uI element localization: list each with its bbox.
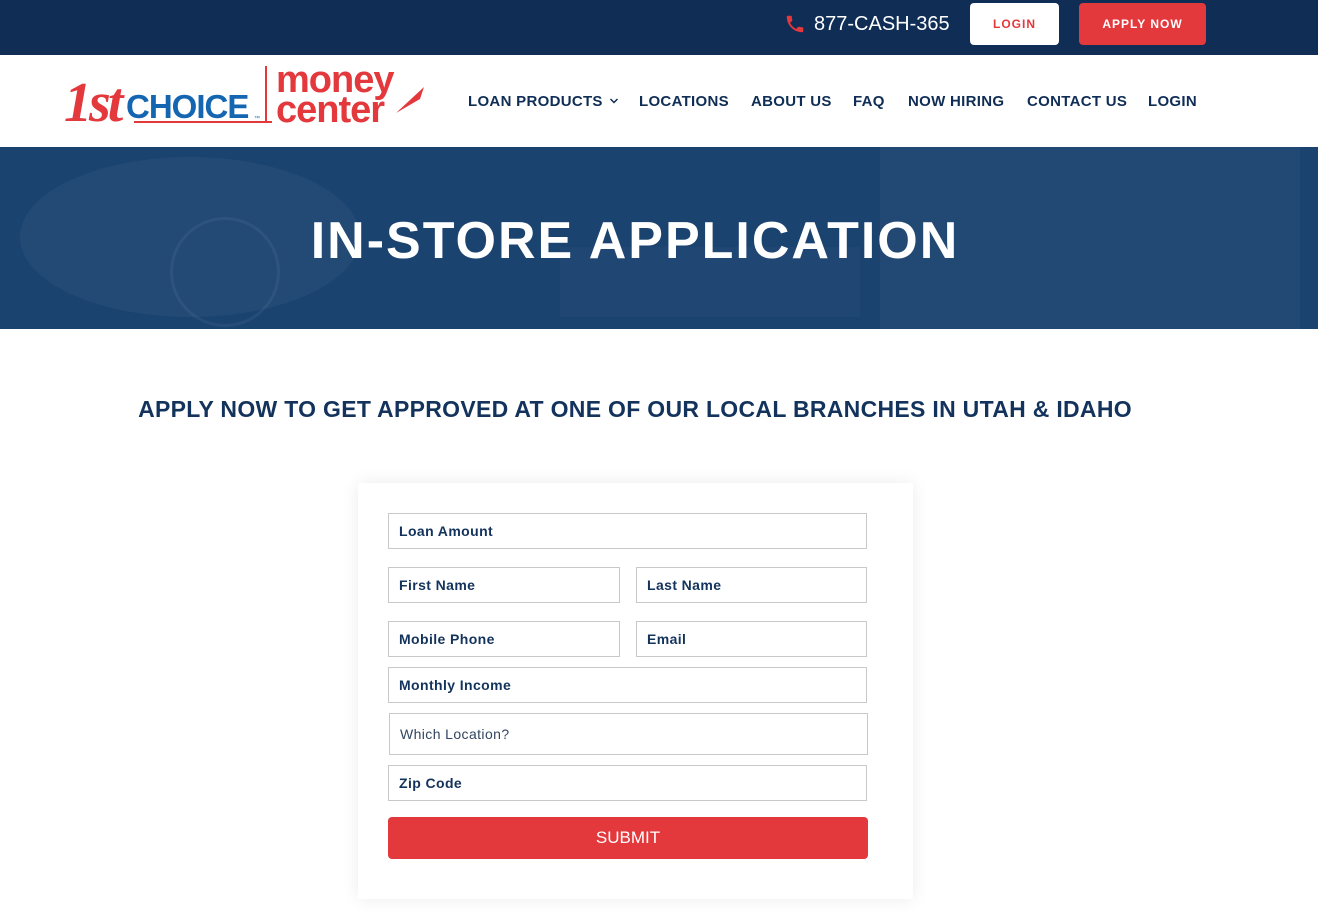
apply-now-button[interactable]: APPLY NOW [1079, 3, 1206, 45]
last-name-input[interactable]: Last Name [636, 567, 867, 603]
nav-loan-products-label: LOAN PRODUCTS [468, 92, 603, 110]
nav-locations[interactable]: LOCATIONS [639, 91, 729, 111]
nav-now-hiring[interactable]: NOW HIRING [908, 91, 1004, 111]
monthly-income-input[interactable]: Monthly Income [388, 667, 867, 703]
login-button[interactable]: LOGIN [970, 3, 1059, 45]
location-select[interactable]: Which Location? [389, 713, 868, 755]
logo-text-center: center [276, 89, 385, 131]
logo-text-1st: 1st [64, 72, 123, 134]
submit-button[interactable]: SUBMIT [388, 817, 868, 859]
mobile-phone-input[interactable]: Mobile Phone [388, 621, 620, 657]
phone-link[interactable]: 877-CASH-365 [784, 11, 950, 37]
zip-code-input[interactable]: Zip Code [388, 765, 867, 801]
brand-logo[interactable]: 1st CHOICE ™ money center [64, 61, 430, 141]
page-title: IN-STORE APPLICATION [310, 212, 960, 270]
logo-swoosh-icon [396, 87, 424, 113]
phone-number[interactable]: 877-CASH-365 [814, 13, 950, 36]
phone-icon [786, 15, 804, 33]
logo-underline [134, 121, 272, 123]
email-input[interactable]: Email [636, 621, 867, 657]
chevron-down-icon [609, 98, 618, 104]
nav-loan-products[interactable]: LOAN PRODUCTS [468, 91, 619, 111]
section-heading: APPLY NOW TO GET APPROVED AT ONE OF OUR … [138, 396, 1132, 422]
loan-amount-input[interactable]: Loan Amount [388, 513, 867, 549]
first-name-input[interactable]: First Name [388, 567, 620, 603]
nav-contact-us[interactable]: CONTACT US [1027, 91, 1127, 111]
logo-text-choice: CHOICE [126, 88, 249, 125]
hero-banner: IN-STORE APPLICATION [0, 147, 1318, 329]
logo-divider [265, 66, 267, 123]
top-bar: 877-CASH-365 LOGIN APPLY NOW [0, 0, 1318, 55]
site-header: 1st CHOICE ™ money center LOAN PRODUCTS … [0, 55, 1318, 147]
nav-faq[interactable]: FAQ [853, 91, 885, 111]
nav-login[interactable]: LOGIN [1148, 91, 1197, 111]
nav-about-us[interactable]: ABOUT US [751, 91, 832, 111]
